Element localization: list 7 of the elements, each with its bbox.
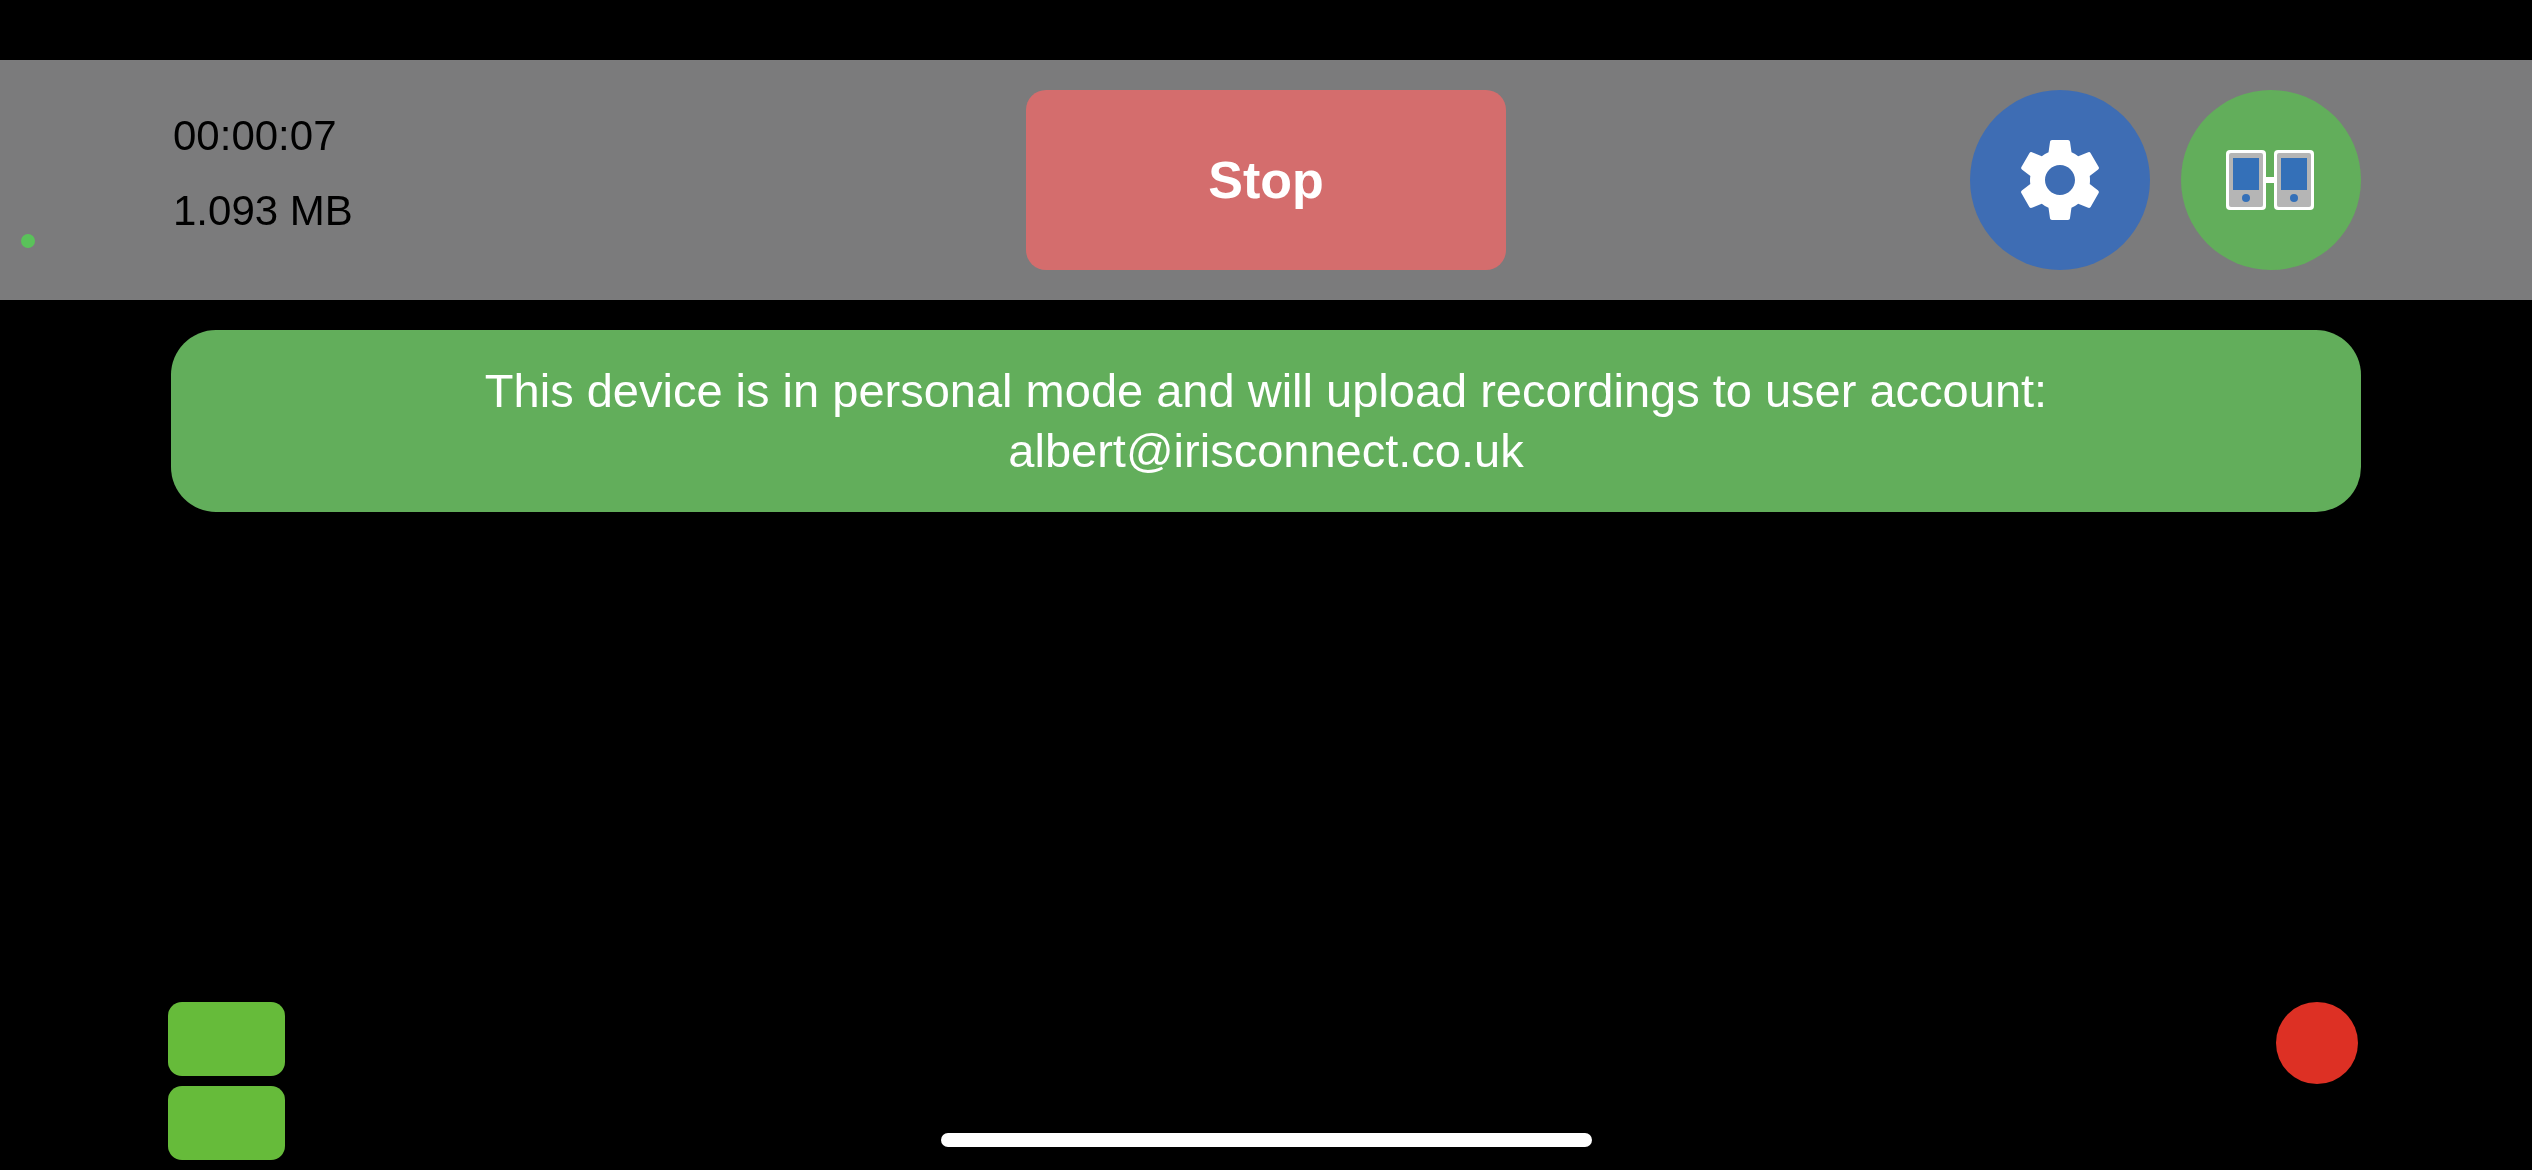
- linked-phones-icon: [2226, 150, 2316, 210]
- stop-button[interactable]: Stop: [1026, 90, 1506, 270]
- file-size: 1.093 MB: [173, 186, 353, 236]
- elapsed-time: 00:00:07: [173, 111, 338, 161]
- banner-message: This device is in personal mode and will upload recordings to user account: albert@irisconnect.co.uk: [484, 363, 2048, 479]
- layout-button[interactable]: [168, 1086, 285, 1160]
- layout-button[interactable]: [168, 1002, 285, 1076]
